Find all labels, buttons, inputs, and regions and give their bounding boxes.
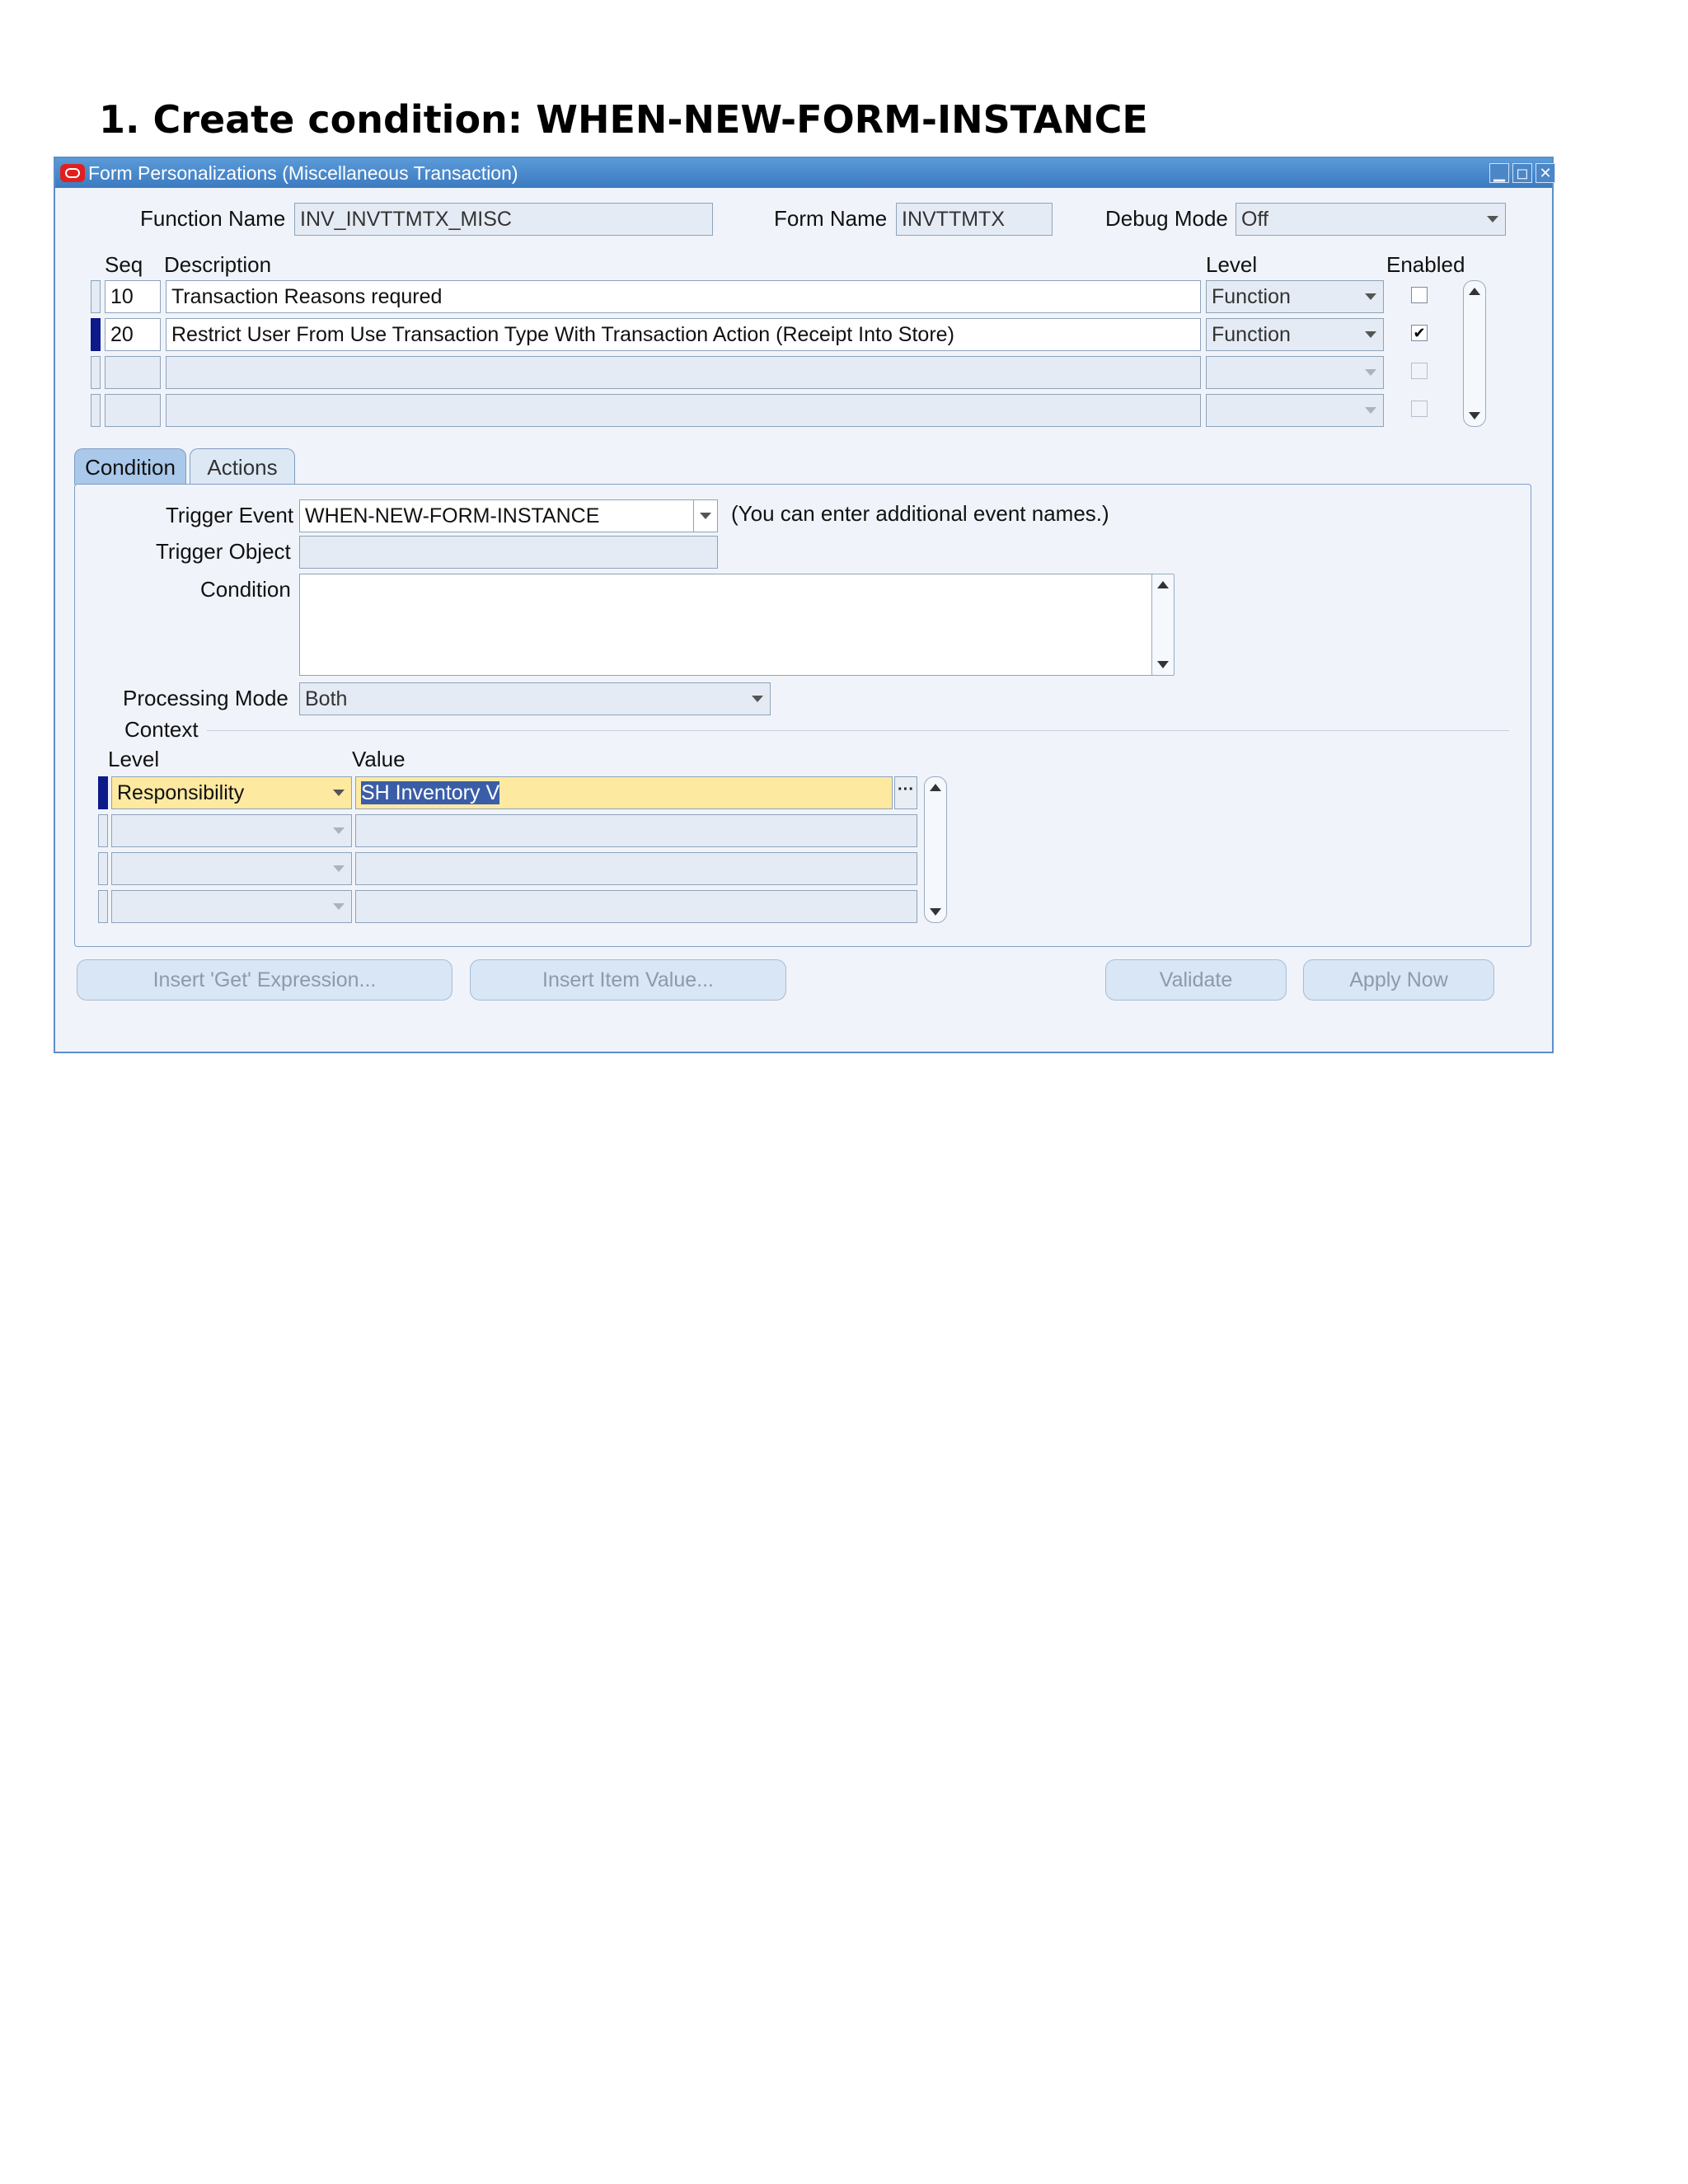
level-select[interactable]: Function [1206, 318, 1384, 351]
chevron-down-icon [1487, 216, 1498, 223]
list-of-values-button[interactable]: ··· [894, 776, 917, 809]
condition-label: Condition [200, 577, 291, 602]
close-icon[interactable]: ✕ [1536, 163, 1555, 183]
trigger-event-value: WHEN-NEW-FORM-INSTANCE [305, 504, 600, 527]
context-row-indicator[interactable] [98, 852, 108, 885]
level-select[interactable] [1206, 394, 1384, 427]
chevron-down-icon [333, 827, 345, 834]
description-field[interactable]: Restrict User From Use Transaction Type … [166, 318, 1201, 351]
chevron-down-icon [1365, 331, 1376, 338]
chevron-down-icon [1365, 407, 1376, 414]
context-value-text: SH Inventory V [361, 781, 500, 804]
context-row-indicator-active[interactable] [98, 776, 108, 809]
enabled-checkbox[interactable] [1411, 401, 1428, 417]
description-field[interactable] [166, 356, 1201, 389]
seq-column-header: Seq [105, 252, 143, 277]
form-personalizations-window: Form Personalizations (Miscellaneous Tra… [54, 157, 1555, 1053]
debug-mode-label: Debug Mode [1105, 206, 1228, 231]
enabled-checkbox[interactable]: ✔ [1411, 325, 1428, 341]
seq-field[interactable]: 10 [105, 280, 161, 313]
trigger-event-label: Trigger Event [166, 503, 294, 527]
row-indicator[interactable] [91, 394, 101, 427]
document-heading: 1. Create condition: WHEN-NEW-FORM-INSTA… [99, 97, 1148, 142]
seq-field[interactable] [105, 394, 161, 427]
form-name-field[interactable]: INVTTMTX [896, 203, 1053, 236]
processing-mode-value: Both [305, 687, 348, 710]
context-value-field[interactable] [355, 890, 917, 923]
form-name-label: Form Name [774, 206, 888, 231]
level-value: Function [1212, 323, 1291, 346]
function-name-label: Function Name [140, 206, 286, 231]
level-value: Function [1212, 285, 1291, 308]
seq-field[interactable]: 20 [105, 318, 161, 351]
rules-scrollbar[interactable] [1463, 280, 1486, 427]
condition-scrollbar[interactable] [1151, 574, 1175, 676]
chevron-down-icon [1365, 293, 1376, 300]
debug-mode-value: Off [1241, 208, 1268, 231]
condition-tab-panel: Trigger Event WHEN-NEW-FORM-INSTANCE (Yo… [74, 484, 1531, 947]
enabled-column-header: Enabled [1386, 252, 1465, 277]
chevron-down-icon [333, 903, 345, 910]
scroll-up-icon[interactable] [930, 784, 941, 791]
oracle-logo-icon [60, 164, 85, 182]
context-level-select[interactable] [111, 852, 352, 885]
context-section-label: Context [124, 717, 199, 742]
scroll-down-icon[interactable] [1157, 661, 1169, 668]
row-indicator[interactable] [91, 280, 101, 313]
context-level-value: Responsibility [117, 781, 245, 804]
insert-item-value-button[interactable]: Insert Item Value... [470, 959, 786, 1001]
context-divider [207, 730, 1509, 731]
trigger-object-label: Trigger Object [156, 539, 291, 564]
chevron-down-icon [700, 513, 711, 519]
row-indicator[interactable] [91, 356, 101, 389]
context-level-select[interactable] [111, 814, 352, 847]
condition-textarea[interactable] [299, 574, 1156, 676]
seq-field[interactable] [105, 356, 161, 389]
enabled-checkbox[interactable] [1411, 363, 1428, 379]
trigger-event-hint: (You can enter additional event names.) [731, 501, 1109, 526]
validate-button[interactable]: Validate [1105, 959, 1287, 1001]
description-field[interactable]: Transaction Reasons requred [166, 280, 1201, 313]
description-column-header: Description [164, 252, 272, 277]
chevron-down-icon [333, 865, 345, 872]
context-row-indicator[interactable] [98, 814, 108, 847]
description-field[interactable] [166, 394, 1201, 427]
row-indicator-active[interactable] [91, 318, 101, 351]
context-scrollbar[interactable] [924, 776, 947, 923]
chevron-down-icon [333, 790, 345, 796]
scroll-up-icon[interactable] [1469, 288, 1480, 295]
maximize-icon[interactable]: ◻ [1512, 163, 1532, 183]
trigger-event-field[interactable]: WHEN-NEW-FORM-INSTANCE [299, 499, 718, 532]
minimize-icon[interactable]: ▁ [1489, 163, 1509, 183]
chevron-down-icon [752, 696, 763, 702]
scroll-down-icon[interactable] [930, 908, 941, 916]
debug-mode-select[interactable]: Off [1236, 203, 1506, 236]
scroll-down-icon[interactable] [1469, 412, 1480, 419]
processing-mode-label: Processing Mode [123, 686, 288, 710]
apply-now-button[interactable]: Apply Now [1303, 959, 1494, 1001]
window-title: Form Personalizations (Miscellaneous Tra… [88, 162, 518, 184]
function-name-field[interactable]: INV_INVTTMTX_MISC [294, 203, 713, 236]
context-value-field[interactable] [355, 852, 917, 885]
level-select[interactable]: Function [1206, 280, 1384, 313]
context-row-indicator[interactable] [98, 890, 108, 923]
tab-condition[interactable]: Condition [74, 448, 186, 485]
tab-actions[interactable]: Actions [190, 448, 295, 485]
level-column-header: Level [1206, 252, 1258, 277]
context-value-header: Value [352, 747, 406, 771]
chevron-down-icon [1365, 369, 1376, 376]
processing-mode-select[interactable]: Both [299, 682, 771, 715]
trigger-object-field[interactable] [299, 536, 718, 569]
context-level-select[interactable]: Responsibility [111, 776, 352, 809]
context-value-field[interactable]: SH Inventory V [355, 776, 893, 809]
window-titlebar: Form Personalizations (Miscellaneous Tra… [55, 158, 1555, 188]
trigger-event-dropdown-button[interactable] [693, 499, 718, 532]
scroll-up-icon[interactable] [1157, 581, 1169, 588]
context-level-header: Level [108, 747, 160, 771]
context-value-field[interactable] [355, 814, 917, 847]
insert-get-expression-button[interactable]: Insert 'Get' Expression... [77, 959, 452, 1001]
context-level-select[interactable] [111, 890, 352, 923]
enabled-checkbox[interactable] [1411, 287, 1428, 303]
level-select[interactable] [1206, 356, 1384, 389]
